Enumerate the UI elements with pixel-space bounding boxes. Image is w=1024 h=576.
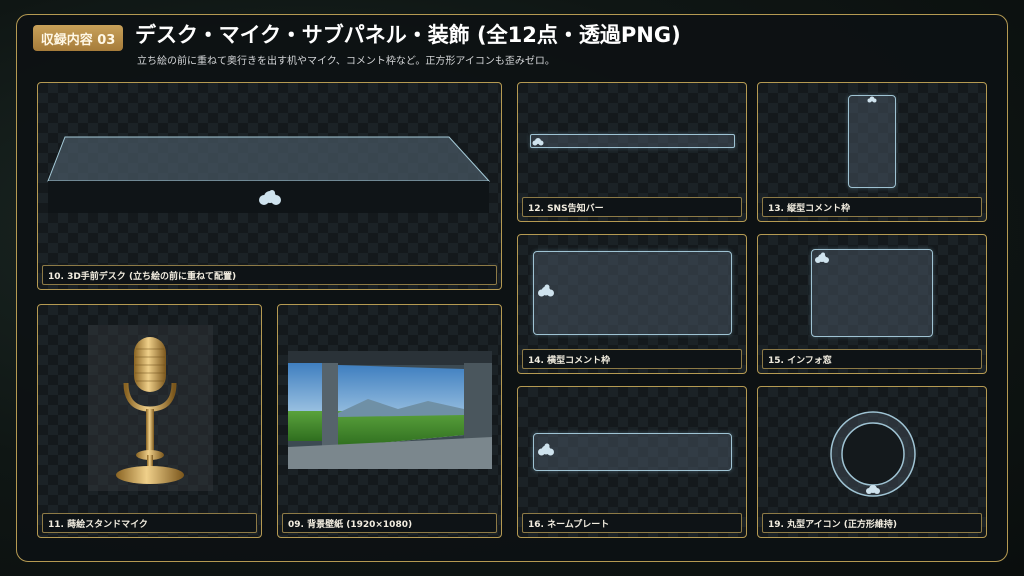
- name-plate-preview: [533, 433, 732, 471]
- vertical-comment-preview: [848, 95, 896, 188]
- page-title: デスク・マイク・サブパネル・装飾 (全12点・透過PNG): [135, 23, 681, 47]
- cloud-ornament-icon: [258, 187, 282, 207]
- card-label: 11. 蒔絵スタンドマイク: [42, 513, 257, 533]
- cloud-ornament-icon: [814, 251, 830, 264]
- card-label: 14. 横型コメント枠: [522, 349, 742, 369]
- cloud-ornament-icon: [537, 283, 555, 298]
- card-label: 12. SNS告知バー: [522, 197, 742, 217]
- card-sns-bar[interactable]: 12. SNS告知バー: [517, 82, 747, 222]
- card-round-icon[interactable]: 19. 丸型アイコン (正方形維持): [757, 386, 987, 538]
- card-name-plate[interactable]: 16. ネームプレート: [517, 386, 747, 538]
- card-label: 19. 丸型アイコン (正方形維持): [762, 513, 982, 533]
- cloud-ornament-icon: [865, 482, 881, 495]
- card-mic[interactable]: 11. 蒔絵スタンドマイク: [37, 304, 262, 538]
- cloud-ornament-icon: [537, 442, 555, 457]
- cloud-ornament-icon: [867, 95, 877, 103]
- card-vertical-comment[interactable]: 13. 縦型コメント枠: [757, 82, 987, 222]
- card-desk[interactable]: 10. 3D手前デスク (立ち絵の前に重ねて配置): [37, 82, 502, 290]
- card-horizontal-comment[interactable]: 14. 横型コメント枠: [517, 234, 747, 374]
- card-label: 13. 縦型コメント枠: [762, 197, 982, 217]
- sns-bar-preview: [530, 134, 735, 148]
- section-badge: 収録内容 03: [33, 25, 123, 51]
- card-label: 16. ネームプレート: [522, 513, 742, 533]
- microphone-icon: [88, 325, 213, 491]
- horizontal-comment-preview: [533, 251, 732, 335]
- cloud-ornament-icon: [532, 136, 544, 146]
- card-label: 09. 背景壁紙 (1920×1080): [282, 513, 497, 533]
- card-info-window[interactable]: 15. インフォ窓: [757, 234, 987, 374]
- card-label: 10. 3D手前デスク (立ち絵の前に重ねて配置): [42, 265, 497, 285]
- card-label: 15. インフォ窓: [762, 349, 982, 369]
- wallpaper-thumbnail: [288, 351, 492, 469]
- page-subtitle: 立ち絵の前に重ねて奥行きを出す机やマイク、コメント枠など。正方形アイコンも歪みゼ…: [137, 56, 555, 67]
- card-wallpaper[interactable]: 09. 背景壁紙 (1920×1080): [277, 304, 502, 538]
